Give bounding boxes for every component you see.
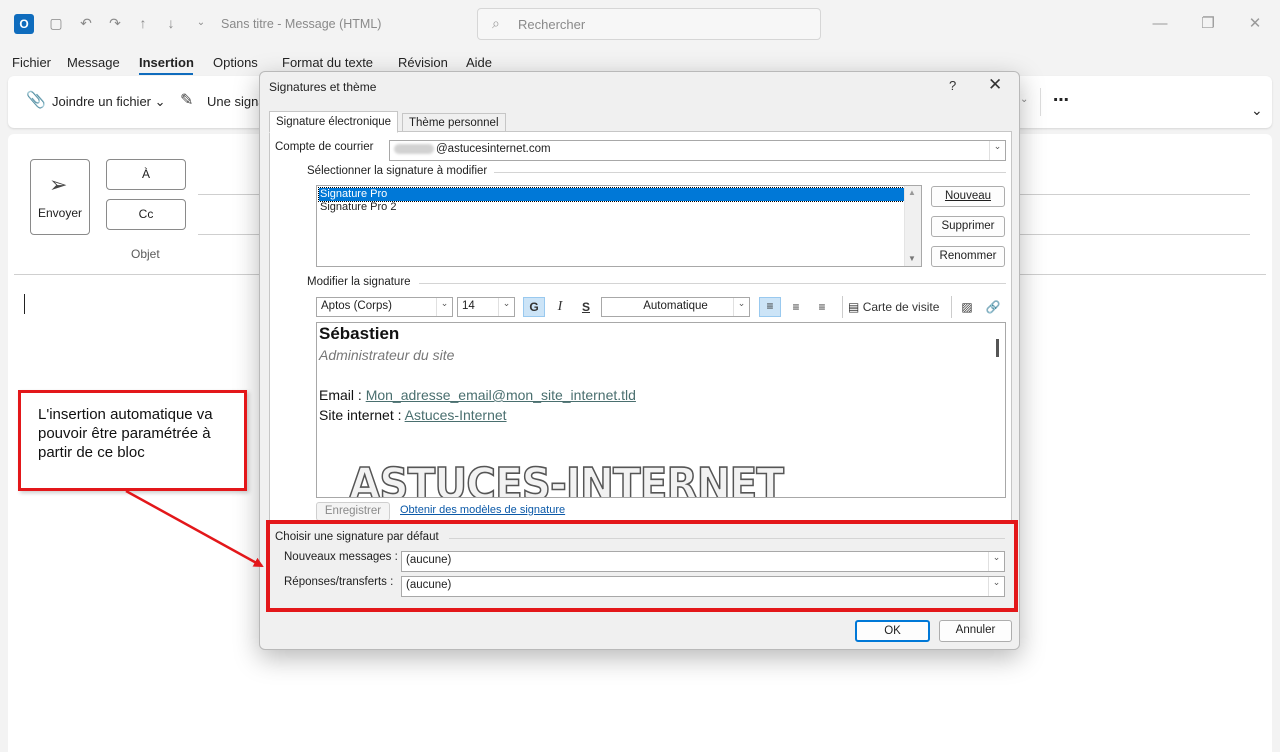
- tab-signature-electronique[interactable]: Signature électronique: [269, 111, 399, 133]
- annotation-arrow: [125, 489, 264, 568]
